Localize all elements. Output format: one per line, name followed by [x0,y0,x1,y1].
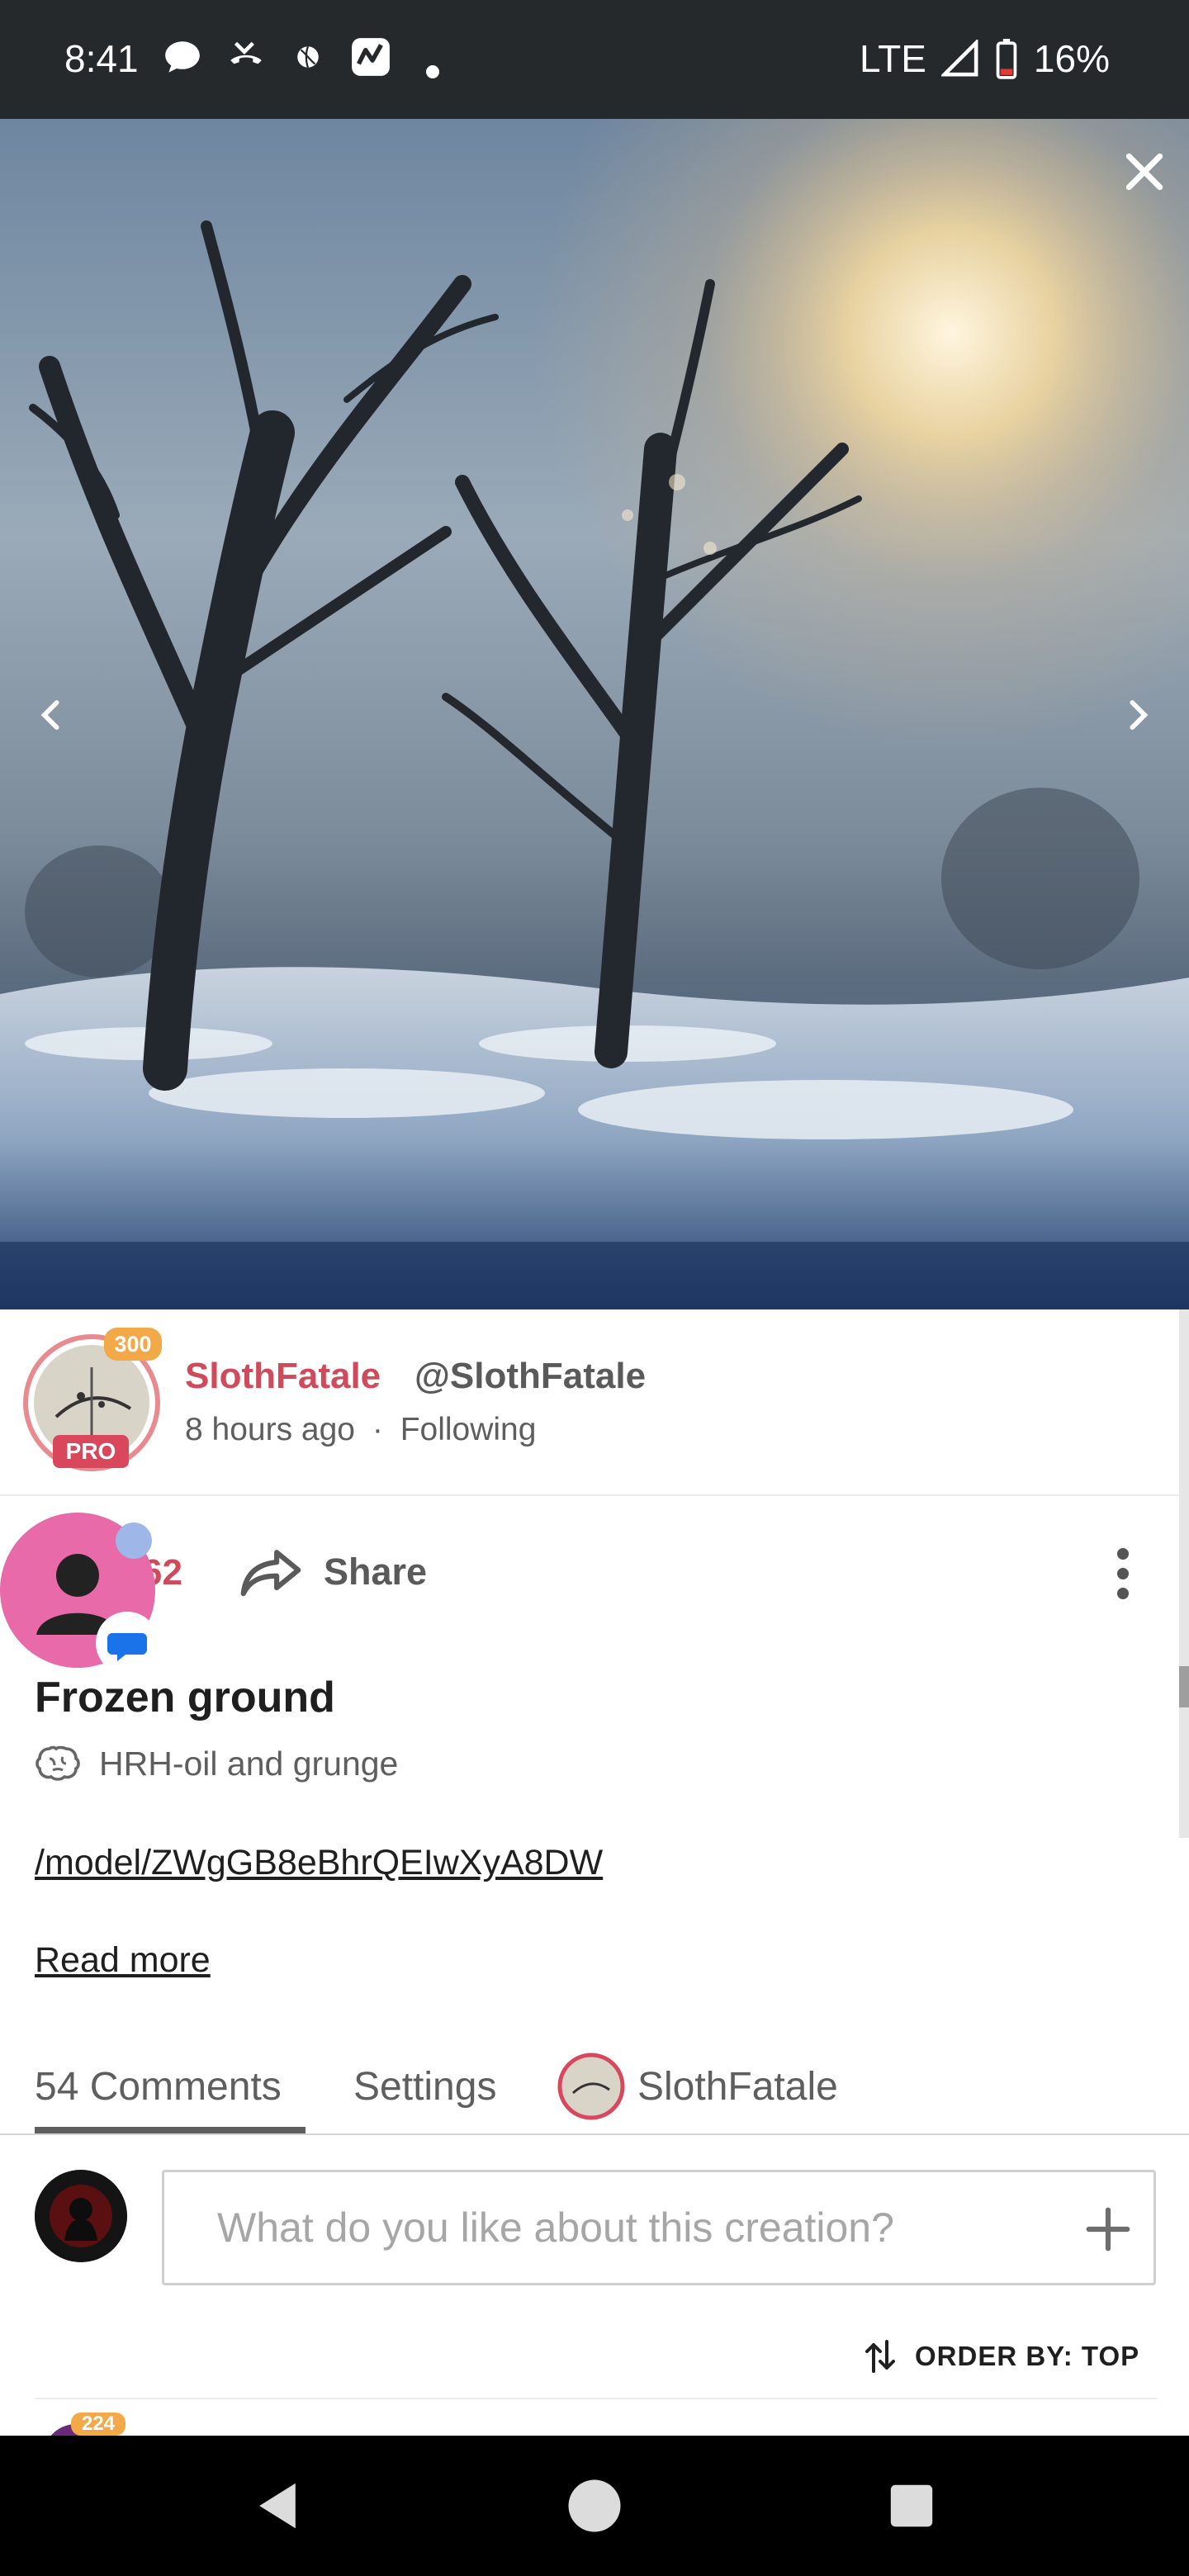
meta-separator: · [372,1412,383,1447]
avatar-dark-icon [35,2170,127,2262]
pro-badge: PRO [53,1435,129,1468]
chat-bubble-icon [165,41,200,73]
more-dot [1117,1588,1129,1599]
chevron-right-icon [1130,700,1149,730]
active-tab-indicator [35,2127,306,2133]
share-icon [240,1550,301,1597]
add-attachment-button[interactable] [1071,2192,1145,2266]
tab-comments[interactable]: 54 Comments [35,2039,282,2133]
brain-icon [36,1745,80,1781]
tab-settings[interactable]: Settings [353,2039,496,2133]
following-status[interactable]: Following [400,1412,537,1447]
scrollbar-thumb[interactable] [1179,1666,1189,1707]
level-badge: 224 [71,2413,126,2436]
battery-label: 16% [1033,37,1110,80]
activity-app-icon [352,38,390,76]
level-badge: 300 [104,1328,162,1361]
more-dot [1117,1548,1129,1560]
status-time: 8:41 [64,37,139,80]
system-nav-bar [0,2436,1189,2576]
model-line[interactable]: HRH-oil and grunge [35,1744,398,1783]
order-by-button[interactable]: ORDER BY: TOP [864,2332,1139,2381]
model-name: HRH-oil and grunge [99,1744,399,1783]
close-icon [1125,153,1163,191]
author-meta: 8 hours ago · Following [185,1412,536,1448]
next-comment-avatar[interactable]: 224 [35,2409,134,2436]
dot-icon [426,65,439,78]
tab-bar: 54 Comments Settings SlothFatale [0,2039,1189,2135]
author-avatar[interactable]: 300 PRO [23,1328,162,1471]
share-button[interactable]: Share [239,1539,427,1605]
home-circle-icon [568,2479,621,2532]
tab-author[interactable]: SlothFatale [557,2039,838,2133]
my-avatar [35,2170,127,2262]
more-options-button[interactable] [1098,1541,1148,1607]
more-dot [1117,1568,1129,1579]
recents-button[interactable] [870,2465,953,2547]
author-row: 300 PRO SlothFatale @SlothFatale 8 hours… [0,1309,1189,1496]
actions-row: 62 Share [0,1496,1189,1653]
signal-icon [940,40,978,77]
recents-square-icon [890,2484,933,2527]
back-triangle-icon [259,2483,296,2529]
status-right: LTE 16% [860,36,1110,81]
order-label: ORDER BY: TOP [915,2341,1140,2371]
author-name[interactable]: SlothFatale [185,1356,381,1397]
next-image-button[interactable] [1098,675,1177,755]
post-time: 8 hours ago [185,1412,355,1447]
back-button[interactable] [236,2465,319,2547]
divider [35,2398,1158,2399]
contact-avatar-icon [0,1513,159,1674]
chat-head-bubble[interactable] [0,1511,165,1676]
network-label: LTE [859,37,926,80]
model-link[interactable]: /model/ZWgGB8eBhrQEIwXyA8DW [35,1843,603,1883]
home-button[interactable] [553,2465,636,2547]
plus-icon [1086,2207,1130,2252]
sort-icon [865,2340,895,2373]
scrollbar-track[interactable] [1179,1309,1189,1838]
battery-icon [996,39,1017,79]
winter-trees-painting [0,119,1189,1309]
read-more-link[interactable]: Read more [35,1940,211,1981]
comment-input-box[interactable] [162,2170,1156,2285]
tab-author-label: SlothFatale [637,2064,838,2109]
basketball-icon [297,45,319,69]
close-button[interactable] [1105,132,1184,211]
missed-call-icon [230,41,262,64]
author-handle[interactable]: @SlothFatale [414,1356,646,1397]
share-label: Share [324,1551,428,1593]
artwork-image[interactable] [0,119,1189,1309]
comment-input[interactable] [164,2172,1073,2283]
author-mini-avatar-icon [557,2053,625,2120]
previous-image-button[interactable] [12,675,91,755]
chevron-left-icon [40,700,59,730]
post-title: Frozen ground [35,1674,335,1721]
status-bar: 8:41 LTE 16% [0,0,1189,119]
